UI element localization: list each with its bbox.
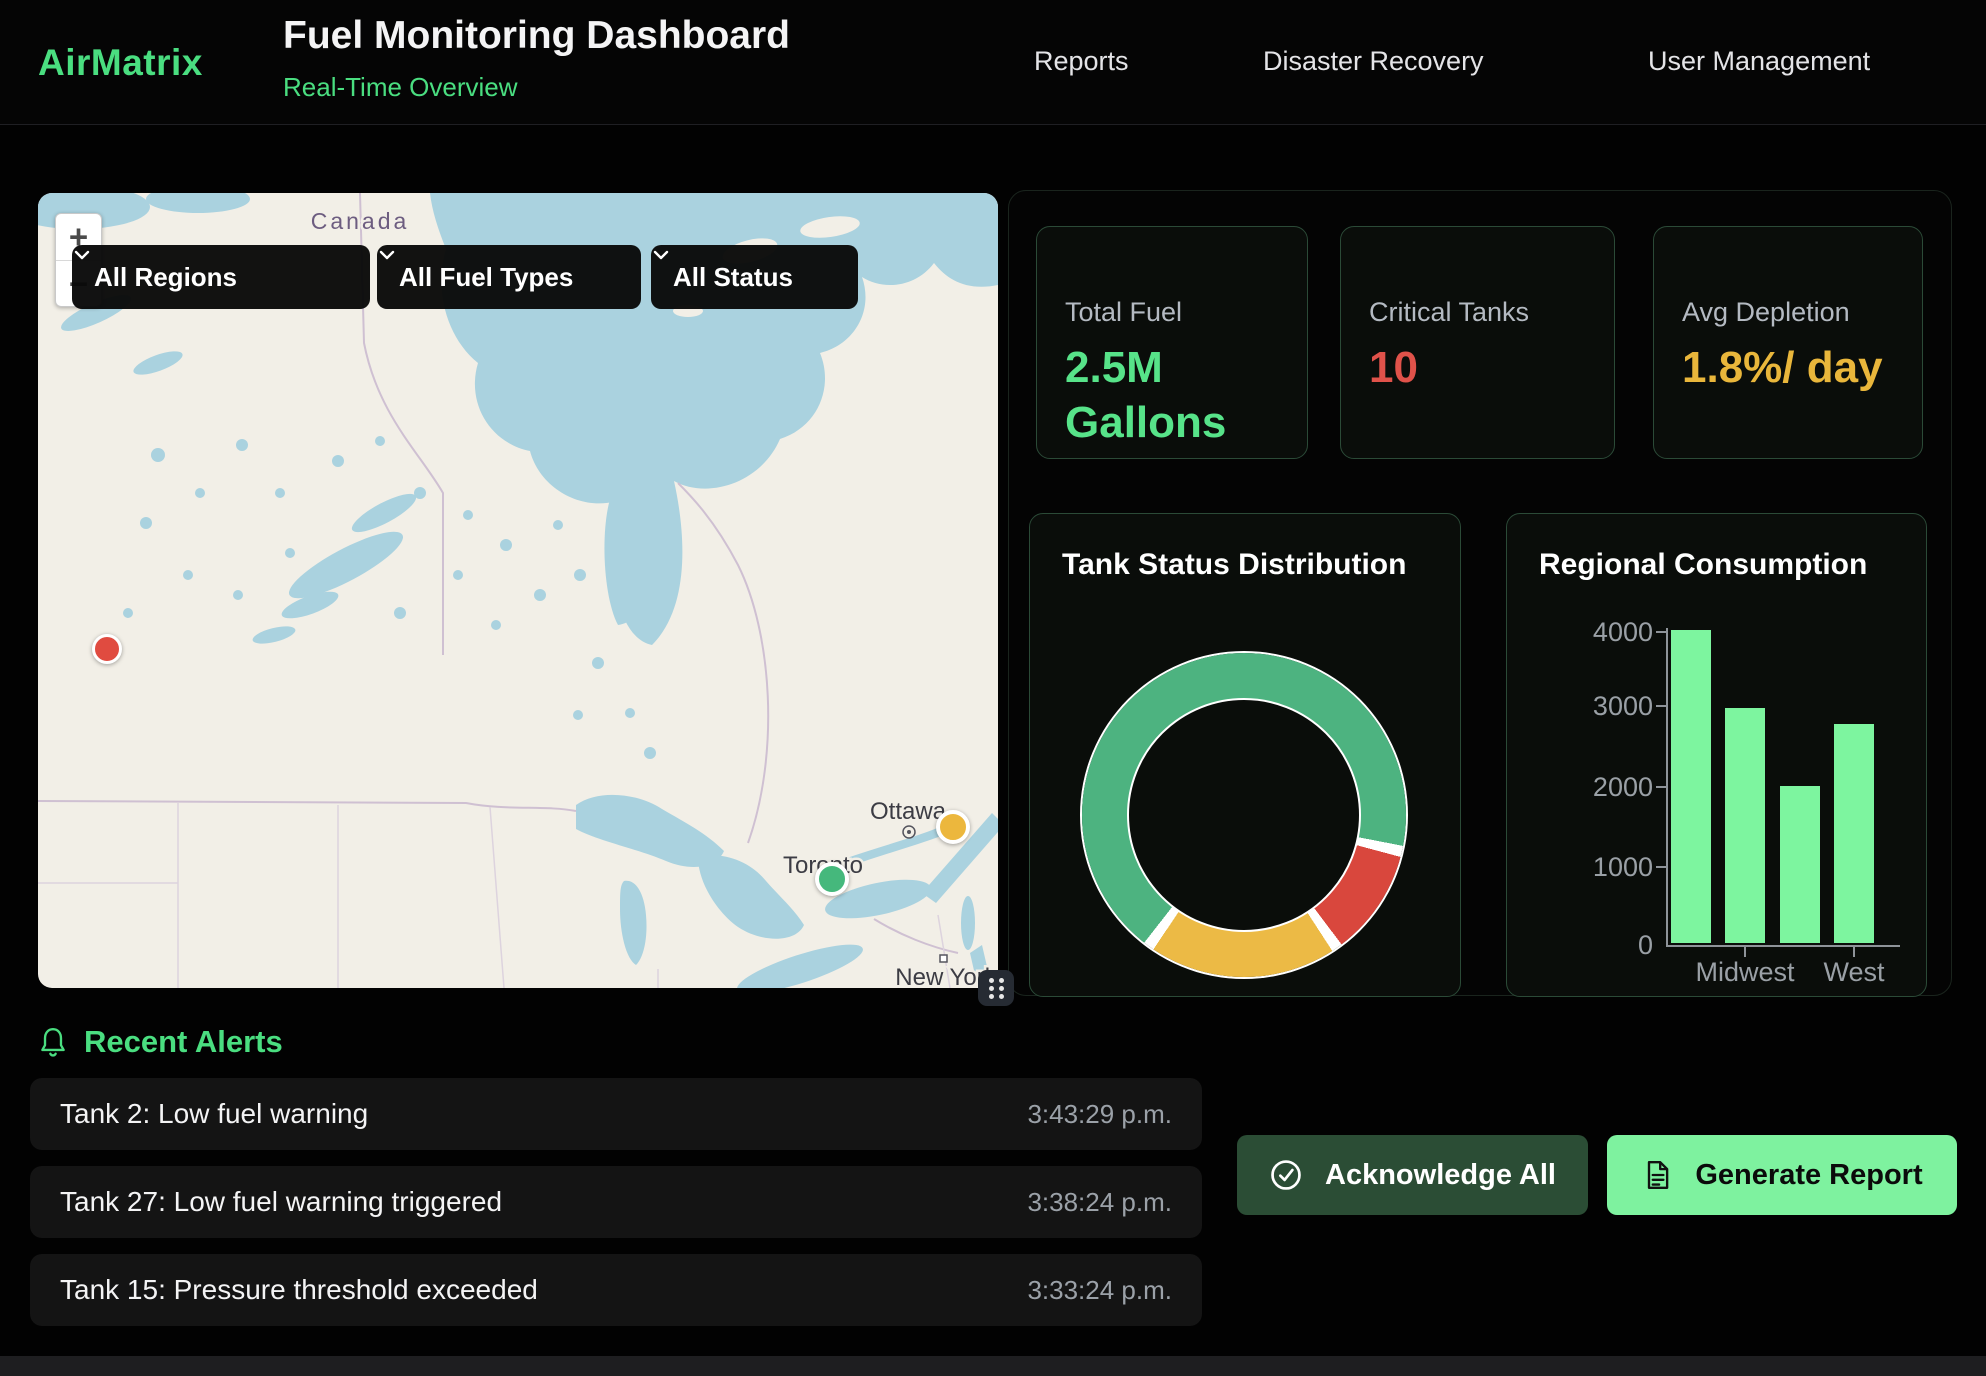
bar-region-3 [1780,786,1820,943]
city-marker-new-york [940,955,947,962]
alert-row[interactable]: Tank 27: Low fuel warning triggered 3:38… [30,1166,1202,1238]
regional-consumption-card: Regional Consumption 4000 3000 2000 1000… [1506,513,1927,997]
chart-title: Tank Status Distribution [1062,548,1406,582]
brand-logo[interactable]: AirMatrix [38,42,203,84]
kpi-critical-tanks: Critical Tanks 10 [1340,226,1615,459]
kpi-value: 1.8%/ day [1682,340,1894,395]
kpi-label: Critical Tanks [1369,297,1586,328]
page-title: Fuel Monitoring Dashboard [283,14,790,58]
y-tick-label: 1000 [1543,852,1653,883]
top-bar: AirMatrix Fuel Monitoring Dashboard Real… [0,0,1986,125]
bell-icon [38,1026,68,1059]
document-icon [1641,1159,1673,1191]
x-tick-label: West [1784,957,1924,988]
alert-timestamp: 3:33:24 p.m. [1027,1275,1172,1306]
dashboard-root: AirMatrix Fuel Monitoring Dashboard Real… [0,0,1986,1376]
generate-report-button[interactable]: Generate Report [1607,1135,1957,1215]
tank-marker-warning[interactable] [936,810,970,844]
map-canvas: Canada Ottawa Toronto New York [38,193,998,988]
y-tick-label: 3000 [1543,691,1653,722]
check-circle-icon [1269,1158,1303,1192]
kpi-value: 2.5M Gallons [1065,340,1279,450]
tank-status-donut-chart [1082,653,1406,977]
acknowledge-all-label: Acknowledge All [1325,1159,1556,1192]
bottom-bar [0,1356,1986,1376]
bar-region-west [1834,724,1874,943]
tank-marker-normal[interactable] [815,862,849,896]
alert-timestamp: 3:38:24 p.m. [1027,1187,1172,1218]
tank-status-card: Tank Status Distribution [1029,513,1461,997]
y-tick [1656,705,1666,707]
y-tick [1656,631,1666,633]
chart-title: Regional Consumption [1539,548,1867,582]
alert-row[interactable]: Tank 15: Pressure threshold exceeded 3:3… [30,1254,1202,1326]
country-label: Canada [311,208,410,234]
filter-regions-value: All Regions [94,262,237,293]
bar-region-midwest [1725,708,1765,943]
filter-regions-select[interactable]: All Regions [72,245,370,309]
resize-grip-icon[interactable] [978,970,1014,1006]
fuel-map[interactable]: Canada Ottawa Toronto New York + − All R… [38,193,998,988]
y-tick-label: 4000 [1543,617,1653,648]
alert-row[interactable]: Tank 2: Low fuel warning 3:43:29 p.m. [30,1078,1202,1150]
filter-status-select[interactable]: All Status [651,245,858,309]
filter-status-value: All Status [673,262,793,293]
x-axis-line [1666,945,1900,947]
kpi-total-fuel: Total Fuel 2.5M Gallons [1036,226,1308,459]
kpi-label: Avg Depletion [1682,297,1894,328]
y-tick [1656,866,1666,868]
chevron-down-icon [651,245,671,265]
city-label-ottawa: Ottawa [870,798,947,825]
alert-timestamp: 3:43:29 p.m. [1027,1099,1172,1130]
nav-disaster-recovery[interactable]: Disaster Recovery [1263,46,1484,77]
filter-fuel-types-value: All Fuel Types [399,262,573,293]
y-tick [1656,786,1666,788]
kpi-avg-depletion: Avg Depletion 1.8%/ day [1653,226,1923,459]
recent-alerts-title: Recent Alerts [84,1024,283,1060]
alert-message: Tank 2: Low fuel warning [60,1098,368,1130]
x-tick [1744,947,1746,957]
filter-fuel-types-select[interactable]: All Fuel Types [377,245,641,309]
alert-message: Tank 27: Low fuel warning triggered [60,1186,502,1218]
y-tick-label: 2000 [1543,772,1653,803]
alert-message: Tank 15: Pressure threshold exceeded [60,1274,538,1306]
chevron-down-icon [377,245,397,265]
nav-user-management[interactable]: User Management [1648,46,1870,77]
chevron-down-icon [72,245,92,265]
recent-alerts-header: Recent Alerts [38,1024,283,1060]
kpi-value: 10 [1369,340,1586,395]
nav-reports[interactable]: Reports [1034,46,1129,77]
y-axis-line [1666,628,1668,947]
tank-marker-critical[interactable] [92,634,122,664]
stats-panel: Total Fuel 2.5M Gallons Critical Tanks 1… [1008,190,1952,996]
y-tick-label: 0 [1543,930,1653,961]
kpi-label: Total Fuel [1065,297,1279,328]
generate-report-label: Generate Report [1695,1159,1922,1192]
acknowledge-all-button[interactable]: Acknowledge All [1237,1135,1588,1215]
page-subtitle: Real-Time Overview [283,72,518,103]
x-tick [1853,947,1855,957]
bar-region-1 [1671,630,1711,943]
